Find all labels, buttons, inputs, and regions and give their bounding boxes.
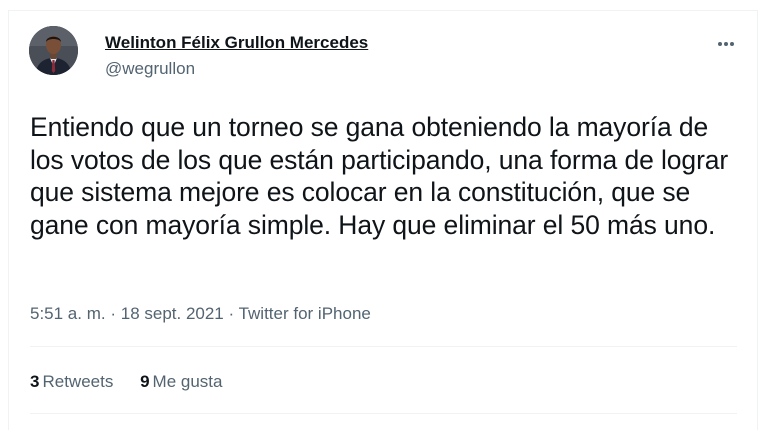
tweet-card: Welinton Félix Grullon Mercedes @wegrull… — [8, 10, 758, 430]
retweets-count: 3 — [30, 372, 40, 391]
likes-label: Me gusta — [152, 372, 223, 391]
more-options-icon — [718, 42, 734, 46]
divider — [30, 413, 737, 414]
likes-count: 9 — [140, 372, 150, 391]
divider — [30, 346, 737, 347]
avatar-image — [29, 26, 78, 75]
retweets-stat[interactable]: 3 Retweets — [30, 372, 113, 392]
author-name[interactable]: Welinton Félix Grullon Mercedes — [105, 33, 368, 53]
avatar[interactable] — [29, 26, 78, 75]
tweet-stats: 3 Retweets 9 Me gusta — [30, 372, 244, 392]
tweet-time[interactable]: 5:51 a. m. — [30, 304, 106, 323]
tweet-metadata: 5:51 a. m. · 18 sept. 2021 · Twitter for… — [30, 304, 371, 324]
likes-stat[interactable]: 9 Me gusta — [140, 372, 222, 392]
meta-separator: · — [228, 304, 239, 323]
tweet-date[interactable]: 18 sept. 2021 — [121, 304, 224, 323]
author-handle[interactable]: @wegrullon — [105, 59, 195, 79]
tweet-source[interactable]: Twitter for iPhone — [239, 304, 371, 323]
tweet-text: Entiendo que un torneo se gana obteniend… — [30, 112, 729, 240]
more-options-button[interactable] — [709, 29, 743, 59]
meta-separator: · — [110, 304, 121, 323]
retweets-label: Retweets — [42, 372, 114, 391]
